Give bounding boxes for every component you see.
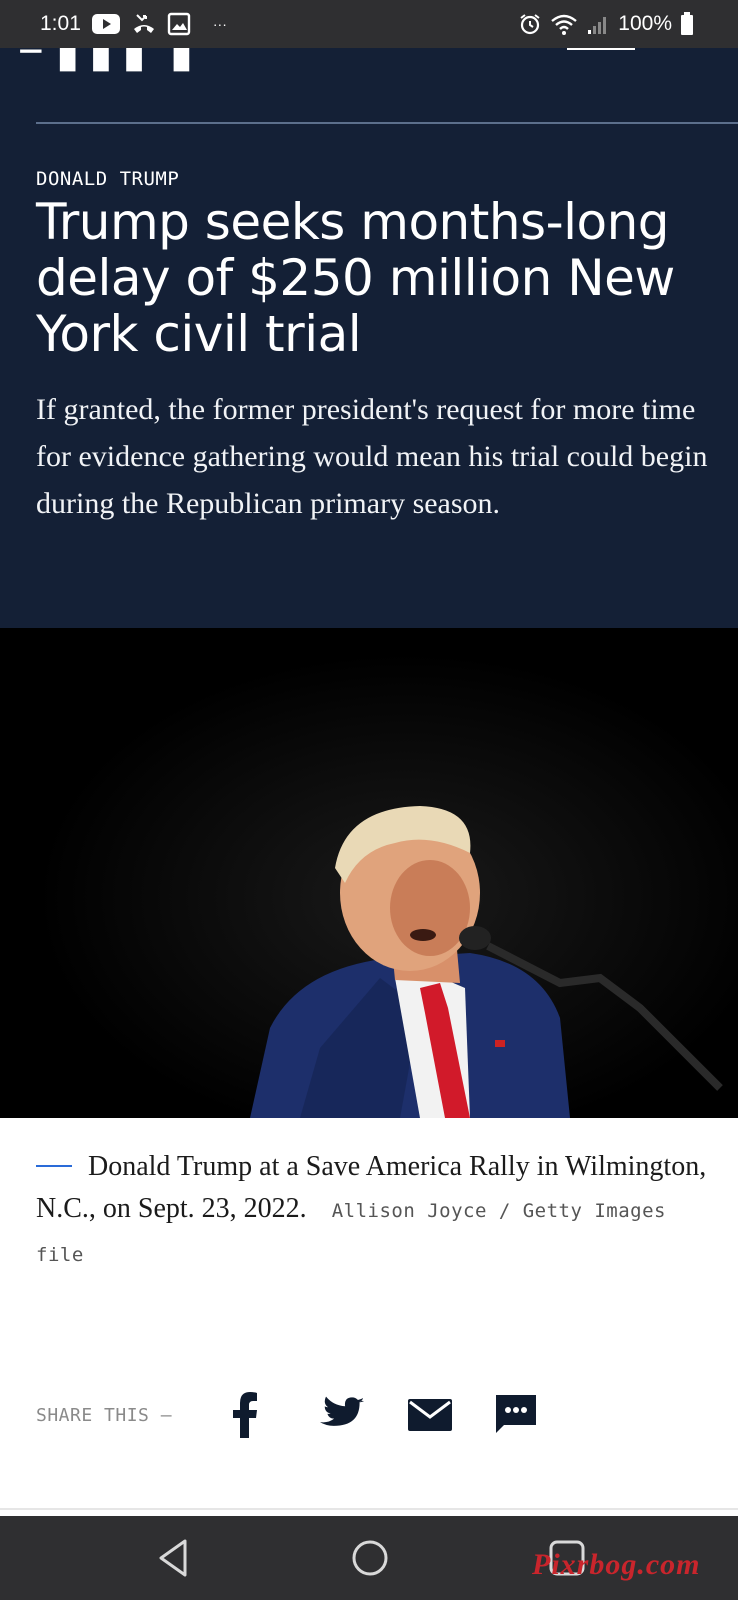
article-header: ≡ ▌▌▌ ▌ DONALD TRUMP Trump seeks months-… — [0, 48, 738, 628]
site-logo-icon[interactable]: ≡ ▌▌▌ ▌ — [18, 48, 207, 66]
gallery-icon — [167, 12, 191, 36]
twitter-share-button[interactable] — [320, 1390, 408, 1440]
headline: Trump seeks months-long delay of $250 mi… — [36, 193, 675, 363]
divider — [0, 1508, 738, 1510]
comments-icon — [496, 1395, 536, 1433]
facebook-icon — [233, 1392, 257, 1438]
section-kicker[interactable]: DONALD TRUMP — [36, 168, 179, 190]
email-icon — [408, 1399, 452, 1431]
battery-icon — [680, 12, 694, 36]
comments-button[interactable] — [496, 1390, 584, 1440]
alarm-icon — [518, 12, 542, 36]
watermark: Pixrbog.com — [532, 1548, 701, 1581]
share-bar: SHARE THIS — — [36, 1390, 584, 1440]
back-icon — [159, 1539, 187, 1577]
share-label: SHARE THIS — — [36, 1404, 173, 1426]
lead-photo — [0, 628, 738, 1118]
clock: 1:01 — [40, 12, 81, 35]
back-button[interactable] — [128, 1516, 218, 1600]
home-icon — [352, 1540, 388, 1576]
email-share-button[interactable] — [408, 1390, 496, 1440]
home-button[interactable] — [325, 1516, 415, 1600]
caption-accent-line — [36, 1164, 72, 1167]
facebook-share-button[interactable] — [232, 1390, 320, 1440]
divider — [36, 122, 738, 124]
signal-icon — [586, 12, 610, 36]
wifi-icon — [550, 12, 578, 36]
status-bar: 1:01 ··· 100% — [0, 0, 738, 48]
youtube-icon — [91, 13, 121, 35]
more-notifications: ··· — [212, 16, 227, 32]
missed-call-icon — [131, 12, 157, 36]
photo-illustration — [0, 628, 738, 1118]
twitter-icon — [320, 1396, 364, 1426]
battery-level: 100% — [618, 12, 672, 35]
menu-icon[interactable] — [567, 48, 635, 50]
article-dek: If granted, the former president's reque… — [36, 393, 708, 520]
photo-caption: Donald Trump at a Save America Rally in … — [36, 1146, 716, 1276]
